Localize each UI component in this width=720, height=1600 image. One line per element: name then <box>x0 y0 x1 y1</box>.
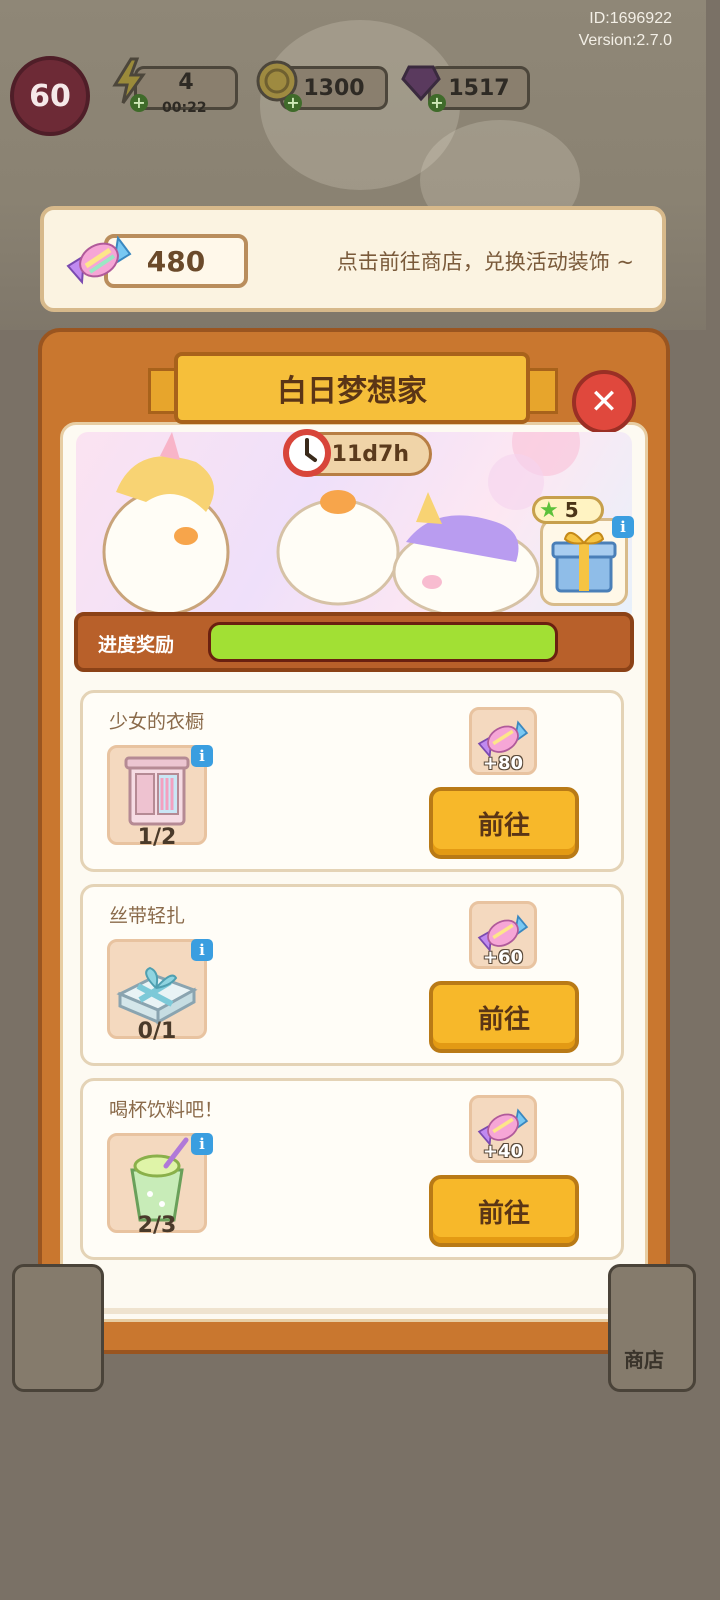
panel-divider <box>72 1308 634 1314</box>
star-icon: ★ <box>539 497 559 523</box>
task-info-icon[interactable]: i <box>191 745 213 767</box>
task-reward-amount: +40 <box>482 1141 524 1162</box>
shop-hint-text: 点击前往商店，兑换活动装饰 ~ <box>336 250 634 274</box>
reward-info-icon[interactable]: i <box>612 516 634 538</box>
player-id: ID:1696922 <box>589 10 672 27</box>
bottom-slot-left[interactable] <box>12 1264 104 1392</box>
candy-count: 480 <box>146 244 206 278</box>
add-gems-button[interactable]: + <box>428 94 446 112</box>
go-button[interactable]: 前往 <box>429 981 579 1053</box>
event-time-left: 11d7h <box>331 441 409 467</box>
task-info-icon[interactable]: i <box>191 1133 213 1155</box>
task-title: 少女的衣橱 <box>109 711 205 733</box>
close-icon: ✕ <box>589 382 619 422</box>
task-progress: 2/3 <box>137 1213 177 1238</box>
progress-track <box>208 622 558 662</box>
candy-icon <box>64 226 134 300</box>
progress-label: 进度奖励 <box>98 634 175 656</box>
task-card: 少女的衣橱 i 1/2 +80 前往 <box>80 690 624 872</box>
energy-timer: 00:22 <box>162 100 207 116</box>
version-label: Version:2.7.0 <box>578 32 672 49</box>
task-reward-amount: +60 <box>482 947 524 968</box>
go-button[interactable]: 前往 <box>429 1175 579 1247</box>
task-progress: 1/2 <box>137 825 177 850</box>
go-button[interactable]: 前往 <box>429 787 579 859</box>
version-info: ID:1696922 Version:2.7.0 <box>579 8 672 52</box>
energy-value: 4 <box>178 69 194 95</box>
task-card: 丝带轻扎 i 0/1 +60 前往 <box>80 884 624 1066</box>
task-title: 丝带轻扎 <box>109 905 186 927</box>
coin-value: 1300 <box>303 75 365 101</box>
shop-label: 商店 <box>624 1348 664 1372</box>
level-badge[interactable]: 60 <box>10 56 90 136</box>
progress-fill <box>211 625 555 659</box>
event-title: 白日梦想家 <box>277 374 427 409</box>
task-info-icon[interactable]: i <box>191 939 213 961</box>
gem-value: 1517 <box>448 75 510 101</box>
event-title-ribbon: 白日梦想家 <box>174 352 530 424</box>
add-energy-button[interactable]: + <box>130 94 148 112</box>
reward-star-badge: ★ 5 <box>532 496 604 524</box>
add-coins-button[interactable]: + <box>284 94 302 112</box>
reward-star-count: 5 <box>564 498 579 522</box>
task-progress: 0/1 <box>137 1019 177 1044</box>
task-reward-amount: +80 <box>482 753 524 774</box>
close-button[interactable]: ✕ <box>572 370 636 434</box>
level-value: 60 <box>29 78 71 114</box>
task-title: 喝杯饮料吧！ <box>109 1099 224 1121</box>
candy-banner[interactable]: 480 点击前往商店，兑换活动装饰 ~ <box>40 206 666 312</box>
clock-icon <box>282 428 332 482</box>
task-card: 喝杯饮料吧！ i 2/3 +40 前往 <box>80 1078 624 1260</box>
